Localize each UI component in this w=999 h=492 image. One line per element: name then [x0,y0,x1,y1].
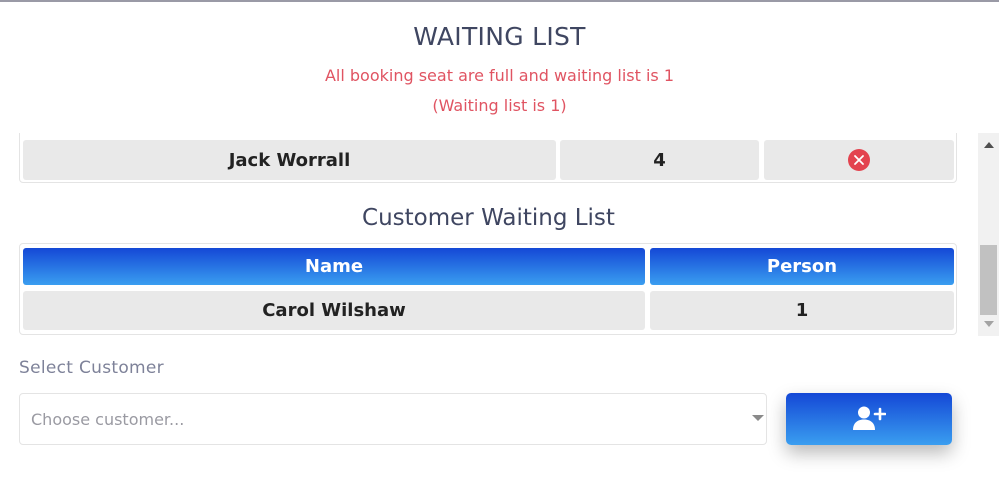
waiting-person-cell: 1 [650,291,954,330]
waiting-list-heading: Customer Waiting List [362,205,615,231]
booked-action-cell [764,140,954,180]
booked-persons-cell: 4 [560,140,759,180]
chevron-down-icon[interactable] [752,415,764,421]
remove-circle-icon[interactable] [848,149,870,171]
waiting-person: 1 [795,300,809,321]
modal-title: WAITING LIST [413,22,586,51]
select-customer-label: Select Customer [19,358,164,378]
waiting-count-message: (Waiting list is 1) [432,96,567,115]
add-to-waiting-list-button[interactable] [786,393,952,445]
vertical-scrollbar[interactable] [978,133,999,336]
add-user-icon [852,405,887,434]
customer-select[interactable]: Choose customer... [19,393,767,445]
scrollbar-thumb[interactable] [980,245,997,315]
waiting-name: Carol Wilshaw [262,300,406,321]
scroll-up-icon[interactable] [978,137,999,153]
scroll-down-icon[interactable] [978,316,999,332]
booking-full-message: All booking seat are full and waiting li… [324,66,675,85]
waiting-list-modal: WAITING LIST All booking seat are full a… [0,0,999,492]
modal-scroll-area: Jack Worrall 4 Customer Waiting List Nam… [0,133,999,336]
column-header-person: Person [650,248,954,285]
customer-select-placeholder: Choose customer... [31,410,185,429]
column-header-name: Name [23,248,645,285]
waiting-table: Name Person Carol Wilshaw 1 [19,243,957,335]
booked-persons: 4 [653,149,666,171]
booked-name: Jack Worrall [228,149,351,171]
table-row: Jack Worrall [23,140,556,180]
booked-table: Jack Worrall 4 [19,133,957,183]
table-row: Carol Wilshaw [23,291,645,330]
